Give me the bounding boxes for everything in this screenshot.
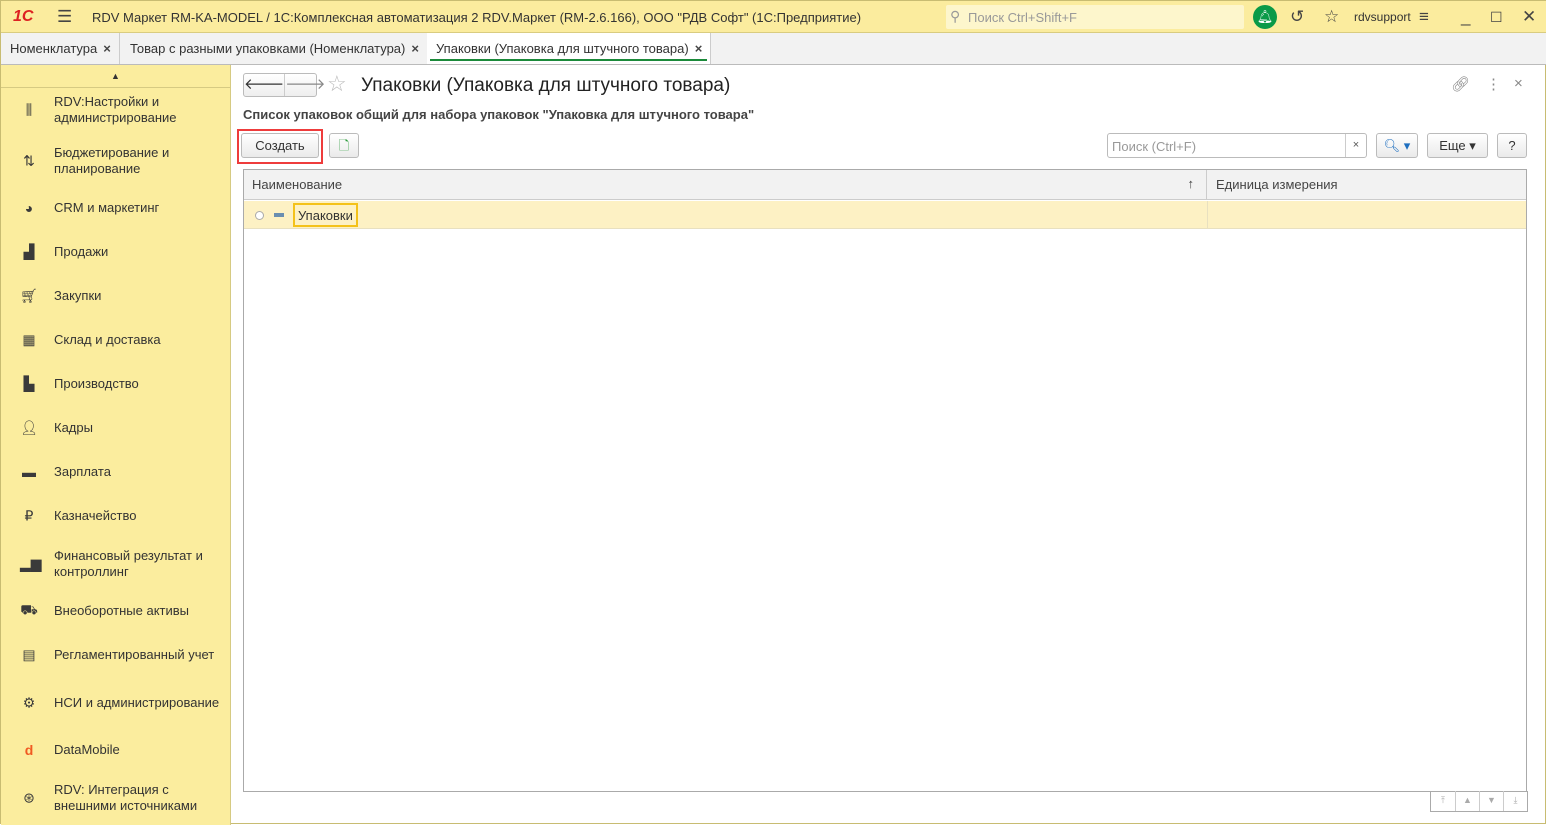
calculator-icon: ▤ xyxy=(22,646,36,663)
search-clear-button[interactable]: × xyxy=(1345,134,1366,157)
global-search-placeholder: Поиск Ctrl+Shift+F xyxy=(968,10,1077,25)
close-window-icon[interactable]: ✕ xyxy=(1522,7,1536,27)
table-pager: ⤒ ▲ ▼ ⤓ xyxy=(1430,791,1528,812)
app-title: RDV Маркет RM-KA-MODEL / 1С:Комплексная … xyxy=(92,10,862,25)
sidebar-item-sales[interactable]: ▟ Продажи xyxy=(1,232,230,272)
sidebar-item-warehouse[interactable]: ▦ Склад и доставка xyxy=(1,320,230,360)
sidebar-item-rdv-integration[interactable]: ⊛ RDV: Интеграция с внешними источниками xyxy=(1,778,230,818)
back-arrow-icon[interactable]: 🡐 xyxy=(244,74,284,96)
add-from-file-icon[interactable]: 🗋 xyxy=(329,133,359,158)
tab-packages[interactable]: Упаковки (Упаковка для штучного товара) × xyxy=(427,33,712,64)
title-bar: 1С ☰ RDV Маркет RM-KA-MODEL / 1С:Комплек… xyxy=(1,1,1546,33)
app-logo: 1С xyxy=(13,8,34,25)
sidebar-item-fixed-assets[interactable]: ⛟ Внеоборотные активы xyxy=(1,591,230,631)
tab-label: Товар с разными упаковками (Номенклатура… xyxy=(130,41,406,56)
nav-buttons: 🡐 🡒 xyxy=(243,73,325,97)
create-button[interactable]: Создать xyxy=(241,133,319,158)
person-icon: 👤︎ xyxy=(20,419,38,436)
settings-menu-icon[interactable]: ≡ xyxy=(1419,7,1429,27)
ruble-coin-icon: ₽ xyxy=(24,507,34,524)
search-input[interactable]: Поиск (Ctrl+F) × xyxy=(1107,133,1367,158)
sidebar-item-regulated-accounting[interactable]: ▤ Регламентированный учет xyxy=(1,635,230,675)
sidebar-item-production[interactable]: ▙ Производство xyxy=(1,364,230,404)
sliders-icon: ⫼ xyxy=(25,101,33,118)
tab-close-icon[interactable]: × xyxy=(411,41,419,56)
table-row[interactable]: Упаковки xyxy=(244,201,1526,229)
user-name[interactable]: rdvsupport xyxy=(1354,10,1411,24)
sidebar-item-budgeting[interactable]: ⇅ Бюджетирование и планирование xyxy=(1,141,230,181)
sidebar-item-financial-result[interactable]: ▂▆ Финансовый результат и контроллинг xyxy=(1,544,230,584)
maximize-icon[interactable]: ☐ xyxy=(1490,9,1503,26)
forward-arrow-icon[interactable]: 🡒 xyxy=(284,74,325,96)
sidebar-item-nsi-admin[interactable]: ⚙ НСИ и администрирование xyxy=(1,683,230,723)
help-button[interactable]: ? xyxy=(1497,133,1527,158)
sidebar-item-datamobile[interactable]: d DataMobile xyxy=(1,730,230,770)
scroll-up-icon[interactable]: ▲ xyxy=(1,65,230,88)
sections-sidebar: ▲ ⫼ RDV:Настройки и администрирование ⇅ Бю… xyxy=(1,65,231,825)
item-type-icon xyxy=(274,213,284,217)
history-icon[interactable]: ↺ xyxy=(1290,7,1304,27)
cell-name[interactable]: Упаковки xyxy=(293,203,358,227)
tab-product[interactable]: Товар с разными упаковками (Номенклатура… xyxy=(121,33,428,64)
search-options-button[interactable]: 🔍︎ ▾ xyxy=(1376,133,1418,158)
sidebar-item-purchases[interactable]: 🛒︎ Закупки xyxy=(1,276,230,316)
packages-table: Наименование ↑ Единица измерения Упаковк… xyxy=(243,169,1527,792)
favorite-star-icon[interactable]: ☆ xyxy=(327,71,347,97)
search-placeholder: Поиск (Ctrl+F) xyxy=(1112,139,1197,154)
column-header-name[interactable]: Наименование ↑ xyxy=(244,170,1207,200)
global-search-input[interactable]: ⚲ Поиск Ctrl+Shift+F xyxy=(946,5,1244,29)
shopping-bag-icon: ▟ xyxy=(23,243,35,260)
more-button[interactable]: Еще ▾ xyxy=(1427,133,1488,158)
sidebar-item-hr[interactable]: 👤︎ Кадры xyxy=(1,408,230,448)
tab-close-icon[interactable]: × xyxy=(695,41,703,56)
warehouse-grid-icon: ▦ xyxy=(22,331,36,348)
table-header: Наименование ↑ Единица измерения xyxy=(244,170,1526,200)
bar-chart-icon: ▂▆ xyxy=(20,555,42,572)
sidebar-item-treasury[interactable]: ₽ Казначейство xyxy=(1,496,230,536)
tab-label: Номенклатура xyxy=(10,41,98,56)
scroll-first-icon[interactable]: ⤒ xyxy=(1431,791,1455,811)
sidebar-item-rdv-settings[interactable]: ⫼ RDV:Настройки и администрирование xyxy=(1,90,230,130)
minimize-icon[interactable]: _ xyxy=(1461,7,1470,27)
search-icon: ⚲ xyxy=(950,8,961,24)
pie-chart-icon: ◕ xyxy=(24,200,34,216)
sidebar-item-salary[interactable]: ▬ Зарплата xyxy=(1,452,230,492)
scroll-up-icon[interactable]: ▲ xyxy=(1455,791,1479,811)
cart-icon: 🛒︎ xyxy=(20,287,38,304)
more-vertical-icon[interactable]: ⋮ xyxy=(1486,75,1501,93)
notifications-bell-icon[interactable]: 🔔︎ xyxy=(1253,5,1277,29)
tab-close-icon[interactable]: × xyxy=(103,41,111,56)
scroll-down-icon[interactable]: ▼ xyxy=(1479,791,1503,811)
page-title: Упаковки (Упаковка для штучного товара) xyxy=(361,75,731,96)
tab-nomenclature[interactable]: Номенклатура × xyxy=(1,33,120,64)
hamburger-menu-icon[interactable]: ☰ xyxy=(57,7,72,27)
wallet-card-icon: ▬ xyxy=(22,464,36,480)
sidebar-item-crm[interactable]: ◕ CRM и маркетинг xyxy=(1,188,230,228)
form-subtitle: Список упаковок общий для набора упаково… xyxy=(243,107,755,122)
favorites-star-icon[interactable]: ☆ xyxy=(1324,7,1339,27)
tab-label: Упаковки (Упаковка для штучного товара) xyxy=(436,41,689,56)
close-form-icon[interactable]: × xyxy=(1514,75,1523,92)
datamobile-logo-icon: d xyxy=(24,742,34,758)
row-state-icon xyxy=(255,211,264,220)
factory-icon: ▙ xyxy=(23,375,35,392)
cell-unit[interactable] xyxy=(1207,201,1224,228)
scroll-last-icon[interactable]: ⤓ xyxy=(1503,791,1527,811)
budget-chart-icon: ⇅ xyxy=(23,152,35,169)
sort-asc-icon: ↑ xyxy=(1187,176,1195,191)
truck-icon: ⛟ xyxy=(20,601,38,618)
tab-bar: Номенклатура × Товар с разными упаковками… xyxy=(1,33,1546,65)
column-header-unit[interactable]: Единица измерения xyxy=(1208,170,1346,200)
form-area: 🡐 🡒 ☆ Упаковки (Упаковка для штучного то… xyxy=(232,65,1545,823)
gear-icon: ⚙ xyxy=(22,694,36,711)
integration-sync-icon: ⊛ xyxy=(23,789,35,806)
link-icon[interactable]: 🔗︎ xyxy=(1451,75,1470,93)
